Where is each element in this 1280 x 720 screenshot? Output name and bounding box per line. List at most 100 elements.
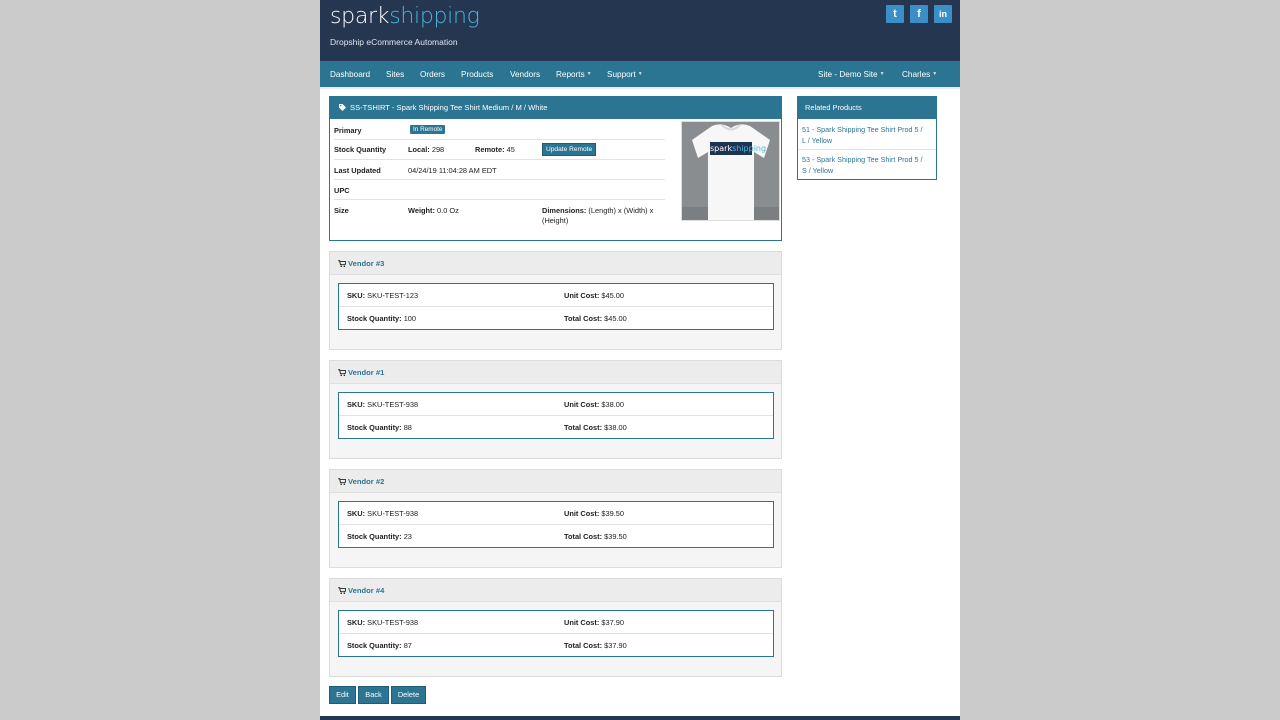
nav-support-dropdown[interactable]: Support ▼ xyxy=(607,61,643,87)
unit-cost-value: $45.00 xyxy=(601,291,624,300)
sku-label: SKU: xyxy=(347,291,366,300)
vendor-sku: SKU: SKU-TEST-938 xyxy=(347,509,418,518)
related-product-line2: L / Yellow xyxy=(802,136,833,145)
image-logo-spark: spark xyxy=(710,144,733,153)
row-size: Size Weight: 0.0 Oz Dimensions: (Length)… xyxy=(334,200,665,228)
nav-orders[interactable]: Orders xyxy=(420,61,445,87)
primary-label: Primary xyxy=(334,126,362,135)
sku-value: SKU-TEST-123 xyxy=(367,291,419,300)
vendor-name-link[interactable]: Vendor #1 xyxy=(348,368,384,377)
chevron-down-icon: ▼ xyxy=(637,71,643,78)
tshirt-image xyxy=(682,122,779,220)
vendor-name-link[interactable]: Vendor #2 xyxy=(348,477,384,486)
user-menu-dropdown[interactable]: Charles ▼ xyxy=(902,61,937,87)
vendor-header: Vendor #4 xyxy=(330,579,781,602)
vendor-row-divider xyxy=(339,306,773,307)
vendor-details: SKU: SKU-TEST-123 Unit Cost: $45.00 Stoc… xyxy=(338,283,774,330)
vendor-stock-quantity: Stock Quantity: 88 xyxy=(347,423,412,432)
related-product-line1: 51 - Spark Shipping Tee Shirt Prod 5 / xyxy=(802,125,923,134)
vendor-total-cost: Total Cost: $39.50 xyxy=(564,532,627,541)
unit-cost-label: Unit Cost: xyxy=(564,291,600,300)
vendor-header: Vendor #1 xyxy=(330,361,781,384)
upc-label: UPC xyxy=(334,186,350,195)
vendor-row-divider xyxy=(339,524,773,525)
facebook-icon[interactable]: f xyxy=(910,5,928,23)
weight-label: Weight: xyxy=(408,206,435,215)
local-stock: Local: 298 xyxy=(408,145,444,154)
sku-label: SKU: xyxy=(347,400,366,409)
stock-quantity-label: Stock Quantity xyxy=(334,145,387,154)
page: sparkshipping Dropship eCommerce Automat… xyxy=(320,0,960,720)
related-product-link[interactable]: 51 - Spark Shipping Tee Shirt Prod 5 / L … xyxy=(802,124,932,146)
stock-quantity-value: 23 xyxy=(403,532,412,541)
remote-label: Remote: xyxy=(475,145,505,154)
update-remote-button[interactable]: Update Remote xyxy=(542,143,597,156)
last-updated-value: 04/24/19 11:04:28 AM EDT xyxy=(408,166,497,175)
related-divider xyxy=(798,149,936,150)
nav-reports-dropdown[interactable]: Reports ▼ xyxy=(556,61,592,87)
total-cost-label: Total Cost: xyxy=(564,423,603,432)
back-button[interactable]: Back xyxy=(358,686,389,704)
vendor-row-divider xyxy=(339,633,773,634)
unit-cost-value: $37.90 xyxy=(601,618,624,627)
brand-logo[interactable]: sparkshipping xyxy=(330,4,480,29)
edit-button[interactable]: Edit xyxy=(329,686,356,704)
stock-quantity-label: Stock Quantity: xyxy=(347,641,402,650)
linkedin-icon[interactable]: in xyxy=(934,5,952,23)
unit-cost-value: $39.50 xyxy=(601,509,624,518)
remote-value: 45 xyxy=(506,145,515,154)
vendor-panel: Vendor #3 SKU: SKU-TEST-123 Unit Cost: $… xyxy=(329,251,782,350)
sku-value: SKU-TEST-938 xyxy=(367,618,419,627)
site-header: sparkshipping Dropship eCommerce Automat… xyxy=(320,0,960,61)
row-upc: UPC xyxy=(334,180,665,200)
nav-sites[interactable]: Sites xyxy=(386,61,404,87)
stock-quantity-value: 87 xyxy=(403,641,412,650)
product-panel-header: SS-TSHIRT - Spark Shipping Tee Shirt Med… xyxy=(330,97,781,119)
nav-products[interactable]: Products xyxy=(461,61,493,87)
row-last-updated: Last Updated 04/24/19 11:04:28 AM EDT xyxy=(334,160,665,180)
sku-label: SKU: xyxy=(347,509,366,518)
related-products-header: Related Products xyxy=(798,97,936,119)
vendor-header: Vendor #3 xyxy=(330,252,781,275)
stock-quantity-label: Stock Quantity: xyxy=(347,423,402,432)
vendor-details: SKU: SKU-TEST-938 Unit Cost: $37.90 Stoc… xyxy=(338,610,774,657)
row-primary: Primary In Remote xyxy=(334,120,665,140)
main-navbar: Dashboard Sites Orders Products Vendors … xyxy=(320,61,960,87)
row-stock-quantity: Stock Quantity Local: 298 Remote: 45 Upd… xyxy=(334,140,665,160)
vendor-sku: SKU: SKU-TEST-123 xyxy=(347,291,418,300)
related-product-link[interactable]: 53 - Spark Shipping Tee Shirt Prod 5 / S … xyxy=(802,154,932,176)
total-cost-value: $37.90 xyxy=(604,641,627,650)
nav-divider xyxy=(320,87,960,89)
delete-button[interactable]: Delete xyxy=(391,686,426,704)
chevron-down-icon: ▼ xyxy=(879,71,885,78)
sku-value: SKU-TEST-938 xyxy=(367,509,419,518)
twitter-icon[interactable]: t xyxy=(886,5,904,23)
dimensions: Dimensions: (Length) x (Width) x (Height) xyxy=(542,206,653,226)
size-label: Size xyxy=(334,206,349,215)
total-cost-label: Total Cost: xyxy=(564,314,603,323)
vendor-unit-cost: Unit Cost: $37.90 xyxy=(564,618,624,627)
site-selector-dropdown[interactable]: Site - Demo Site ▼ xyxy=(818,61,885,87)
vendor-name-link[interactable]: Vendor #3 xyxy=(348,259,384,268)
vendor-sku: SKU: SKU-TEST-938 xyxy=(347,618,418,627)
weight-value: 0.0 Oz xyxy=(437,206,459,215)
product-image[interactable]: sparkshipping xyxy=(681,121,780,221)
sku-value: SKU-TEST-938 xyxy=(367,400,419,409)
related-products-panel: Related Products 51 - Spark Shipping Tee… xyxy=(797,96,937,180)
dimensions-label: Dimensions: xyxy=(542,206,587,215)
vendor-details: SKU: SKU-TEST-938 Unit Cost: $38.00 Stoc… xyxy=(338,392,774,439)
nav-reports-label: Reports xyxy=(556,70,585,79)
image-logo-shipping: shipping xyxy=(732,144,767,153)
nav-vendors[interactable]: Vendors xyxy=(510,61,540,87)
vendor-name-link[interactable]: Vendor #4 xyxy=(348,586,384,595)
chevron-down-icon: ▼ xyxy=(932,71,938,78)
remote-stock: Remote: 45 xyxy=(475,145,515,154)
sku-label: SKU: xyxy=(347,618,366,627)
vendor-unit-cost: Unit Cost: $38.00 xyxy=(564,400,624,409)
unit-cost-label: Unit Cost: xyxy=(564,509,600,518)
vendor-panel: Vendor #2 SKU: SKU-TEST-938 Unit Cost: $… xyxy=(329,469,782,568)
nav-dashboard[interactable]: Dashboard xyxy=(330,61,370,87)
local-label: Local: xyxy=(408,145,430,154)
related-product-line2: S / Yellow xyxy=(802,166,834,175)
user-menu-label: Charles xyxy=(902,70,931,79)
